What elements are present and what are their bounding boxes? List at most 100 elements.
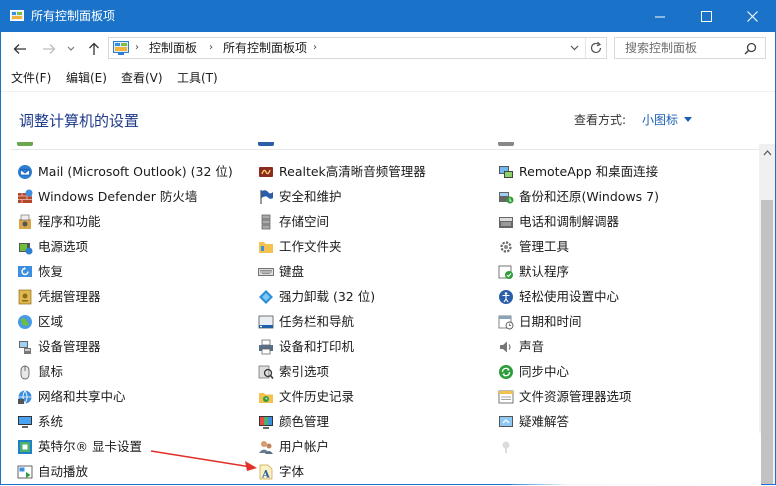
item-explorer-options[interactable]: 文件资源管理器选项 bbox=[498, 387, 632, 407]
item-remoteapp[interactable]: RemoteApp 和桌面连接 bbox=[498, 162, 658, 182]
caret-down-icon bbox=[684, 117, 693, 122]
maximize-button[interactable] bbox=[683, 1, 729, 32]
item-keyboard[interactable]: 键盘 bbox=[258, 262, 304, 282]
item-user-accounts[interactable]: 用户帐户 bbox=[258, 437, 329, 457]
ease-of-access-icon bbox=[499, 290, 513, 304]
refresh-icon[interactable] bbox=[589, 41, 603, 55]
item-credential[interactable]: 凭据管理器 bbox=[17, 287, 101, 307]
backup-icon bbox=[499, 192, 514, 204]
up-button[interactable] bbox=[85, 40, 103, 58]
back-button[interactable] bbox=[11, 40, 29, 58]
breadcrumb-all-items[interactable]: 所有控制面板项 bbox=[223, 41, 307, 55]
item-troubleshoot[interactable]: 疑难解答 bbox=[498, 412, 569, 432]
item-fonts[interactable]: A 字体 bbox=[258, 462, 304, 482]
item-color-management[interactable]: 颜色管理 bbox=[258, 412, 329, 432]
bottom-right-fade-overlay bbox=[511, 433, 761, 486]
item-mail[interactable]: Mail (Microsoft Outlook) (32 位) bbox=[17, 162, 233, 182]
sound-icon bbox=[500, 341, 511, 353]
view-by-label: 查看方式: bbox=[574, 113, 627, 127]
index-icon bbox=[258, 365, 274, 380]
item-admin-tools[interactable]: 管理工具 bbox=[498, 237, 569, 257]
item-sound[interactable]: 声音 bbox=[498, 337, 544, 357]
menu-file[interactable]: 文件(F) bbox=[11, 71, 51, 85]
address-dropdown-chevron-icon[interactable] bbox=[570, 45, 579, 51]
sync-center-icon bbox=[499, 365, 513, 379]
window-title: 所有控制面板项 bbox=[31, 9, 116, 23]
item-indexing-options[interactable]: 索引选项 bbox=[258, 362, 329, 382]
fonts-icon: A bbox=[259, 464, 273, 480]
item-devices-printers[interactable]: 设备和打印机 bbox=[258, 337, 354, 357]
recent-locations-button[interactable] bbox=[65, 40, 77, 58]
realtek-audio-icon bbox=[259, 167, 273, 177]
clipped-row-fragment bbox=[498, 142, 638, 146]
minimize-button[interactable] bbox=[637, 1, 683, 32]
item-network[interactable]: 网络和共享中心 bbox=[17, 387, 126, 407]
item-file-history[interactable]: 文件历史记录 bbox=[258, 387, 354, 407]
menu-edit[interactable]: 编辑(E) bbox=[66, 71, 107, 85]
view-by-dropdown[interactable]: 小图标 bbox=[642, 111, 693, 128]
scroll-up-arrow-icon bbox=[763, 149, 771, 155]
work-folder-icon bbox=[259, 242, 273, 253]
address-bar[interactable]: › 控制面板 › 所有控制面板项 › bbox=[108, 37, 607, 59]
device-manager-icon bbox=[19, 341, 31, 354]
title-bar[interactable]: 所有控制面板项 bbox=[1, 1, 775, 32]
item-phone-modem[interactable]: 电话和调制解调器 bbox=[498, 212, 619, 232]
forward-button[interactable] bbox=[40, 40, 58, 58]
search-icon[interactable] bbox=[744, 42, 757, 55]
menu-tools[interactable]: 工具(T) bbox=[177, 71, 218, 85]
firewall-icon bbox=[18, 189, 33, 203]
close-icon bbox=[746, 11, 758, 22]
taskbar-icon bbox=[258, 315, 274, 329]
content-area: 调整计算机的设置 查看方式: 小图标 Mail (Microsoft Outlo… bbox=[1, 92, 775, 484]
admin-tools-icon bbox=[500, 241, 512, 253]
item-region[interactable]: 区域 bbox=[17, 312, 63, 332]
uninstall-icon bbox=[259, 290, 273, 304]
search-box[interactable] bbox=[614, 37, 766, 59]
item-taskbar-navigation[interactable]: 任务栏和导航 bbox=[258, 312, 354, 332]
vertical-scrollbar[interactable] bbox=[759, 144, 775, 484]
item-work-folders[interactable]: 工作文件夹 bbox=[258, 237, 342, 257]
breadcrumb-separator-icon: › bbox=[135, 42, 139, 53]
item-default-programs[interactable]: 默认程序 bbox=[498, 262, 569, 282]
item-power[interactable]: 电源选项 bbox=[17, 237, 88, 257]
item-backup-restore[interactable]: 备份和还原(Windows 7) bbox=[498, 187, 659, 207]
item-sync-center[interactable]: 同步中心 bbox=[498, 362, 569, 382]
item-recovery[interactable]: 恢复 bbox=[17, 262, 63, 282]
item-storage-spaces[interactable]: 存储空间 bbox=[258, 212, 329, 232]
breadcrumb-separator-icon: › bbox=[209, 42, 213, 53]
item-date-time[interactable]: 日期和时间 bbox=[498, 312, 582, 332]
page-title: 调整计算机的设置 bbox=[19, 112, 140, 130]
file-history-icon bbox=[259, 393, 273, 403]
explorer-options-icon bbox=[498, 390, 514, 404]
keyboard-icon bbox=[258, 268, 274, 276]
menu-view[interactable]: 查看(V) bbox=[121, 71, 163, 85]
close-button[interactable] bbox=[729, 1, 775, 32]
item-device-manager[interactable]: 设备管理器 bbox=[17, 337, 101, 357]
item-autoplay[interactable]: 自动播放 bbox=[17, 462, 88, 482]
item-force-uninstall[interactable]: 强力卸载 (32 位) bbox=[258, 287, 375, 307]
control-panel-window: 所有控制面板项 › 控制面板 › 所有控制面板项 › 搜索控制面板 文件(F) … bbox=[0, 0, 776, 486]
default-programs-icon bbox=[498, 265, 513, 279]
search-input[interactable] bbox=[615, 38, 750, 58]
autoplay-icon bbox=[17, 465, 33, 479]
breadcrumb-control-panel[interactable]: 控制面板 bbox=[149, 41, 197, 55]
item-security-maintenance[interactable]: 安全和维护 bbox=[258, 187, 342, 207]
item-system[interactable]: 系统 bbox=[17, 412, 63, 432]
view-by-value: 小图标 bbox=[642, 113, 679, 127]
breadcrumb-separator-icon: › bbox=[313, 42, 317, 53]
programs-icon bbox=[19, 214, 31, 229]
item-programs[interactable]: 程序和功能 bbox=[17, 212, 101, 232]
item-realtek-audio[interactable]: Realtek高清晰音频管理器 bbox=[258, 162, 426, 182]
security-flag-icon bbox=[260, 190, 273, 204]
scroll-up-button[interactable] bbox=[759, 144, 775, 161]
troubleshoot-icon bbox=[499, 416, 513, 427]
user-accounts-icon bbox=[259, 441, 273, 454]
date-time-icon bbox=[498, 315, 514, 330]
navigation-bar: › 控制面板 › 所有控制面板项 › bbox=[1, 32, 775, 65]
scroll-thumb[interactable] bbox=[761, 200, 773, 484]
item-firewall[interactable]: Windows Defender 防火墙 bbox=[17, 187, 197, 207]
item-intel-graphics[interactable]: 英特尔® 显卡设置 bbox=[17, 437, 142, 457]
phone-modem-icon bbox=[499, 217, 513, 228]
item-ease-of-access[interactable]: 轻松使用设置中心 bbox=[498, 287, 619, 307]
item-mouse[interactable]: 鼠标 bbox=[17, 362, 63, 382]
